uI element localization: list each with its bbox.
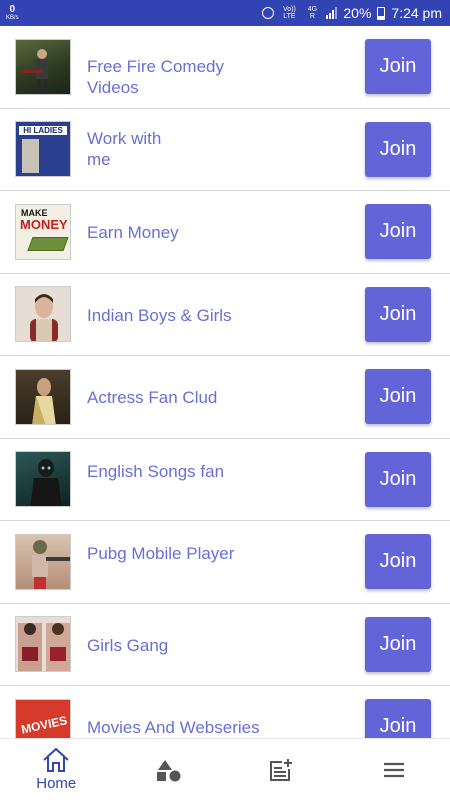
- list-item[interactable]: Indian Boys & Girls Join: [0, 274, 450, 356]
- figure-image: [22, 48, 48, 93]
- join-button[interactable]: Join: [365, 286, 431, 342]
- group-thumbnail: [15, 533, 71, 590]
- clock-time: 7:24 pm: [391, 5, 442, 21]
- group-thumbnail: [15, 451, 71, 508]
- list-item[interactable]: Free Fire Comedy Videos Join: [0, 26, 450, 109]
- join-button[interactable]: Join: [365, 39, 431, 94]
- shapes-icon: [156, 759, 181, 781]
- group-title[interactable]: Pubg Mobile Player: [87, 543, 267, 564]
- alarm-icon: [262, 7, 275, 19]
- thumbnail-caption: MAKE: [21, 207, 48, 218]
- group-thumbnail: [15, 616, 71, 673]
- group-thumbnail: [15, 38, 71, 95]
- thumbnail-caption: MONEY: [20, 216, 68, 232]
- home-icon: [43, 747, 69, 772]
- group-title[interactable]: Girls Gang: [87, 635, 267, 656]
- group-title[interactable]: Movies And Webseries: [87, 717, 267, 738]
- network-type: 4G R: [307, 6, 318, 20]
- figure-image: [32, 539, 70, 589]
- list-item[interactable]: English Songs fan Join: [0, 439, 450, 521]
- group-list[interactable]: Free Fire Comedy Videos Join HI LADIES W…: [0, 26, 450, 738]
- battery-icon: [377, 6, 386, 20]
- status-bar: 0 KB/s Vo)) LTE 4G R 20% 7:24 pm: [0, 0, 450, 26]
- group-thumbnail: MOVIES: [15, 698, 71, 738]
- group-title[interactable]: Work with me: [87, 128, 267, 170]
- group-title[interactable]: Earn Money: [87, 222, 267, 243]
- group-title[interactable]: Free Fire Comedy Videos: [87, 56, 267, 98]
- data-rate-indicator: 0 KB/s: [6, 4, 19, 22]
- bottom-navigation: Home: [0, 738, 450, 800]
- join-button[interactable]: Join: [365, 204, 431, 259]
- post-add-icon: [270, 758, 293, 781]
- join-button[interactable]: Join: [365, 699, 431, 738]
- nav-menu[interactable]: [338, 739, 450, 800]
- join-button[interactable]: Join: [365, 534, 431, 589]
- status-icons: Vo)) LTE 4G R 20% 7:24 pm: [262, 5, 442, 21]
- group-title[interactable]: Actress Fan Clud: [87, 387, 267, 408]
- join-button[interactable]: Join: [365, 369, 431, 424]
- nav-add-post[interactable]: [225, 739, 338, 800]
- battery-percent: 20%: [343, 5, 372, 21]
- group-thumbnail: MAKE MONEY: [15, 203, 71, 260]
- list-item[interactable]: MOVIES Movies And Webseries Join: [0, 686, 450, 738]
- figure-image: [18, 623, 70, 672]
- group-thumbnail: [15, 368, 71, 425]
- data-rate-value: 0: [9, 4, 16, 15]
- nav-categories[interactable]: [113, 739, 226, 800]
- group-title[interactable]: Indian Boys & Girls: [87, 305, 267, 326]
- join-button[interactable]: Join: [365, 121, 431, 177]
- list-item[interactable]: HI LADIES Work with me Join: [0, 109, 450, 191]
- nav-home[interactable]: Home: [0, 739, 113, 800]
- person-image: [32, 377, 56, 424]
- list-item[interactable]: MAKE MONEY Earn Money Join: [0, 191, 450, 274]
- signal-icon: [326, 7, 338, 19]
- group-thumbnail: [15, 286, 71, 343]
- figure-image: [30, 459, 62, 507]
- group-title[interactable]: English Songs fan: [87, 461, 267, 482]
- volte-indicator: Vo)) LTE: [282, 6, 296, 20]
- menu-icon: [383, 762, 404, 777]
- join-button[interactable]: Join: [365, 616, 431, 672]
- data-rate-unit: KB/s: [6, 15, 19, 21]
- group-thumbnail: HI LADIES: [15, 121, 71, 178]
- join-button[interactable]: Join: [365, 451, 431, 507]
- thumbnail-caption: MOVIES: [19, 712, 69, 737]
- thumbnail-caption: HI LADIES: [19, 126, 67, 136]
- list-item[interactable]: Actress Fan Clud Join: [0, 356, 450, 439]
- nav-home-label: Home: [36, 775, 77, 792]
- list-item[interactable]: Pubg Mobile Player Join: [0, 521, 450, 604]
- person-image: [30, 294, 58, 342]
- list-item[interactable]: Girls Gang Join: [0, 604, 450, 686]
